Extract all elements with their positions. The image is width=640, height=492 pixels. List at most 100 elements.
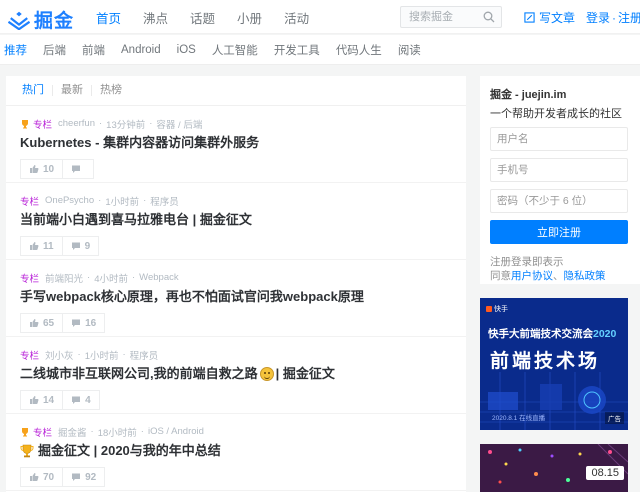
like-button[interactable]: 65 [20, 313, 64, 333]
thumbs-up-icon [30, 473, 39, 481]
thumbs-up-icon [30, 319, 39, 327]
nav-events[interactable]: 活动 [284, 8, 309, 27]
column-label[interactable]: 专栏 [20, 194, 39, 208]
column-label[interactable]: 专栏 [33, 425, 52, 439]
article-title[interactable]: Kubernetes - 集群内容器访问集群外服务 [20, 134, 466, 152]
kuaishou-brand: 快手 [494, 306, 508, 313]
privacy-policy-link[interactable]: 隐私政策 [564, 270, 606, 282]
comment-icon [71, 242, 80, 250]
article-title[interactable]: 掘金征文 | 2020与我的年中总结 [20, 442, 466, 460]
post-time: 13分钟前 [106, 119, 146, 131]
article-title[interactable]: 手写webpack核心原理，再也不怕面试官问我webpack原理 [20, 288, 466, 306]
comment-button[interactable]: 9 [62, 236, 100, 256]
juejin-logo[interactable]: 掘金 [8, 6, 74, 33]
category-reading[interactable]: 阅读 [398, 42, 421, 58]
article-item[interactable]: 专栏 OnePsycho · 1小时前 · 程序员 当前端小白遇到喜马拉雅电台 | … [6, 183, 466, 260]
nav-pins[interactable]: 沸点 [143, 8, 168, 27]
author-name[interactable]: OnePsycho [45, 195, 94, 206]
category-devtools[interactable]: 开发工具 [274, 42, 320, 58]
article-actions: 11 9 [20, 236, 466, 256]
comment-count: 4 [85, 394, 91, 406]
comment-icon [72, 319, 81, 327]
juejin-logo-icon [8, 11, 30, 30]
comment-button[interactable]: 92 [63, 467, 106, 487]
article-title[interactable]: 二线城市非互联网公司,我的前端自救之路 | 掘金征文 [20, 365, 466, 383]
register-now-button[interactable]: 立即注册 [490, 220, 628, 244]
post-tags[interactable]: 程序员 [130, 348, 159, 362]
legal-notice: 注册登录即表示 同意用户协议、隐私政策 [490, 255, 630, 283]
comment-count: 92 [85, 471, 97, 483]
search-input[interactable] [401, 7, 475, 27]
site-name: 掘金 - juejin.im [490, 89, 567, 101]
like-button[interactable]: 14 [20, 390, 64, 410]
column-label[interactable]: 专栏 [20, 348, 39, 362]
post-tags[interactable]: 程序员 [150, 194, 179, 208]
legal-agree: 同意 [490, 270, 511, 282]
comment-icon [72, 473, 81, 481]
signup-panel: 掘金 - juejin.im 一个帮助开发者成长的社区 立即注册 注册登录即表示… [480, 76, 640, 284]
article-item[interactable]: 专栏 掘金酱 · 18小时前 · iOS / Android 掘金征文 | 2020… [6, 414, 466, 491]
like-button[interactable]: 10 [20, 159, 64, 179]
post-time: 1小时前 [105, 196, 140, 208]
phone-input[interactable] [490, 158, 628, 182]
article-meta: 专栏 OnePsycho · 1小时前 · 程序员 [20, 194, 179, 208]
nav-books[interactable]: 小册 [237, 8, 262, 27]
edit-icon [524, 12, 535, 23]
login-link[interactable]: 登录 [586, 11, 610, 25]
ad-date: 2020.8.1 在线直播 [492, 415, 546, 422]
category-ios[interactable]: iOS [177, 44, 196, 56]
comment-button[interactable]: 4 [63, 390, 100, 410]
password-input[interactable] [490, 189, 628, 213]
author-name[interactable]: 掘金酱 [58, 425, 87, 439]
thumbs-up-icon [30, 242, 39, 250]
article-actions: 65 16 [20, 313, 466, 333]
like-button[interactable]: 70 [20, 467, 64, 487]
article-item[interactable]: 专栏 cheerfun · 13分钟前 · 容器 / 后端 Kubernetes -… [6, 106, 466, 183]
category-ai[interactable]: 人工智能 [212, 42, 258, 58]
top-header: 掘金 首页 沸点 话题 小册 活动 写文章 登录·注册 [0, 0, 640, 34]
nav-topics[interactable]: 话题 [190, 8, 215, 27]
comment-button[interactable]: 16 [63, 313, 106, 333]
column-label[interactable]: 专栏 [33, 117, 52, 131]
ad-title: 前端技术场 [490, 351, 601, 372]
register-link[interactable]: 注册 [618, 11, 640, 25]
comment-button[interactable] [63, 159, 95, 179]
second-ad-banner[interactable]: 08.15 [480, 444, 628, 492]
article-title-text: 二线城市非互联网公司,我的前端自救之路 [20, 366, 258, 381]
comment-icon [72, 396, 81, 404]
category-backend[interactable]: 后端 [43, 42, 66, 58]
article-actions: 70 92 [20, 467, 466, 487]
article-meta: 专栏 cheerfun · 13分钟前 · 容器 / 后端 [20, 117, 466, 131]
category-career[interactable]: 代码人生 [336, 42, 382, 58]
post-tags[interactable]: iOS / Android [148, 426, 204, 437]
write-article-button[interactable]: 写文章 [524, 9, 575, 26]
author-name[interactable]: 刘小灰 [45, 348, 74, 362]
article-item[interactable]: 专栏 前端阳光 · 4小时前 · Webpack 手写webpack核心原理，再也不… [6, 260, 466, 337]
article-meta: 专栏 掘金酱 · 18小时前 · iOS / Android [20, 425, 466, 439]
search-box [400, 6, 502, 28]
thumbs-up-icon [30, 165, 39, 173]
post-tags[interactable]: 容器 / 后端 [156, 117, 202, 131]
post-tags[interactable]: Webpack [139, 272, 178, 283]
smile-emoji-icon [259, 367, 274, 381]
like-button[interactable]: 11 [20, 236, 63, 256]
user-agreement-link[interactable]: 用户协议 [511, 270, 553, 282]
kuaishou-frontend-ad[interactable]: 快手 快手大前端技术交流会2020 前端技术场 2020.8.1 在线直播 广告 [480, 298, 628, 430]
category-android[interactable]: Android [121, 44, 161, 56]
like-count: 14 [43, 394, 55, 406]
category-recommend[interactable]: 推荐 [4, 42, 27, 58]
column-label[interactable]: 专栏 [20, 271, 39, 285]
legal-separator: 、 [553, 270, 564, 282]
author-name[interactable]: cheerfun [58, 118, 95, 129]
auth-links: 登录 · 注册 [586, 9, 640, 26]
category-frontend[interactable]: 前端 [82, 42, 105, 58]
username-input[interactable] [490, 127, 628, 151]
author-name[interactable]: 前端阳光 [45, 271, 83, 285]
article-title[interactable]: 当前端小白遇到喜马拉雅电台 | 掘金征文 [20, 211, 466, 229]
article-item[interactable]: 专栏 刘小灰 · 1小时前 · 程序员 二线城市非互联网公司,我的前端自救之路 | … [6, 337, 466, 414]
tab-hot[interactable]: 热门 [22, 85, 52, 96]
nav-home[interactable]: 首页 [96, 8, 121, 27]
tab-ranking[interactable]: 热榜 [91, 85, 130, 96]
search-icon[interactable] [483, 11, 495, 23]
tab-latest[interactable]: 最新 [52, 85, 91, 96]
